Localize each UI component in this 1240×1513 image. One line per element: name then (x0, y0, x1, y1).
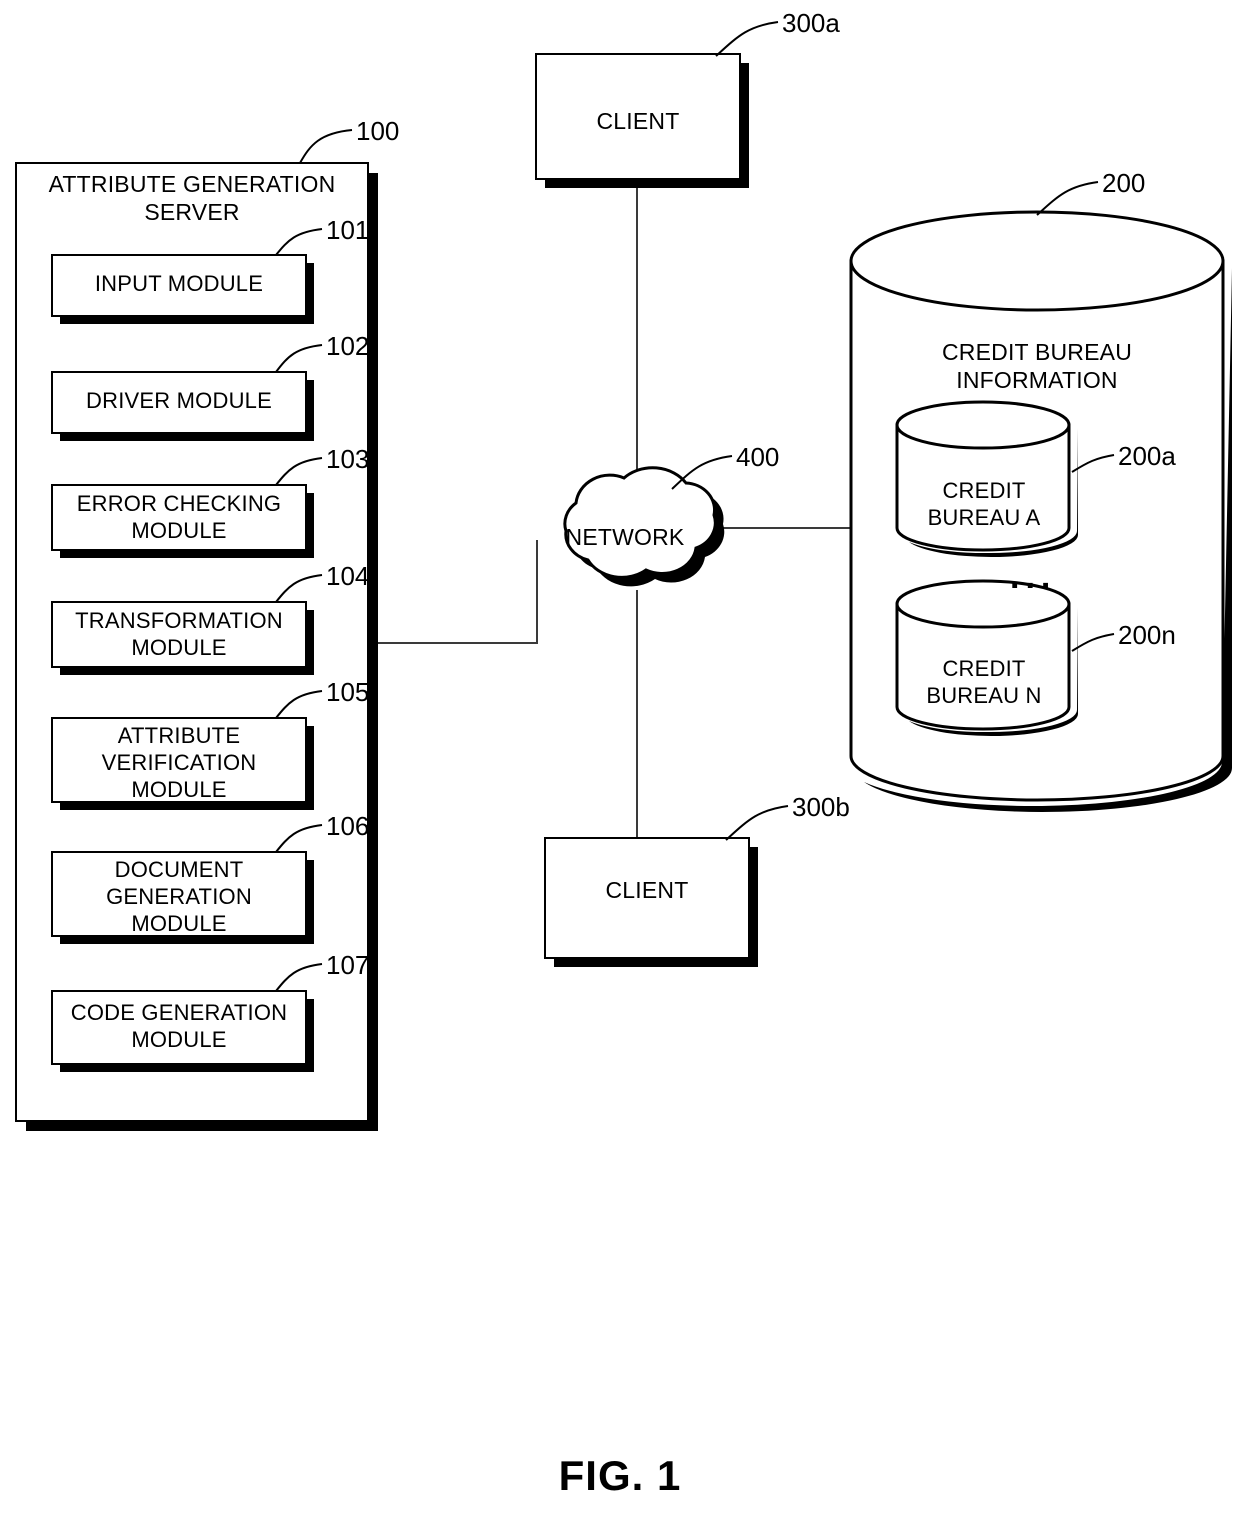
ref-200a: 200a (1118, 441, 1176, 471)
ref-104: 104 (326, 561, 370, 591)
patent-figure: ATTRIBUTE GENERATION SERVER INPUT MODULE… (0, 0, 1240, 1513)
ref-106: 106 (326, 811, 370, 841)
database-title: CREDIT BUREAU INFORMATION (941, 339, 1133, 394)
inner-database-n-label: CREDIT BUREAU N (926, 656, 1042, 708)
ref-200: 200 (1102, 168, 1146, 198)
module-label-code-generation: CODE GENERATION MODULE (70, 1000, 288, 1052)
ref-103: 103 (326, 444, 370, 474)
database-ellipsis: ... (1010, 558, 1057, 596)
ref-105: 105 (326, 677, 370, 707)
module-label-document-generation: DOCUMENT GENERATION MODULE (106, 857, 252, 936)
connector-server-to-network (378, 540, 538, 644)
database-cylinder-top (849, 210, 1225, 312)
client-a-label: CLIENT (596, 108, 680, 134)
client-b-label: CLIENT (605, 877, 689, 903)
leader-300b (725, 805, 789, 841)
ref-107: 107 (326, 950, 370, 980)
ref-200n: 200n (1118, 620, 1176, 650)
ref-100: 100 (356, 116, 400, 146)
module-label-attribute-verification: ATTRIBUTE VERIFICATION MODULE (101, 723, 257, 802)
ref-400: 400 (736, 442, 780, 472)
leader-100 (299, 129, 353, 164)
module-label-error-checking: ERROR CHECKING MODULE (76, 491, 282, 543)
figure-caption: FIG. 1 (558, 1452, 682, 1499)
module-label-driver: DRIVER MODULE (86, 388, 272, 413)
server-title: ATTRIBUTE GENERATION SERVER (48, 171, 336, 226)
ref-300b: 300b (792, 792, 850, 822)
ref-300a: 300a (782, 8, 840, 38)
leader-300a (715, 21, 779, 57)
inner-database-a-label: CREDIT BUREAU A (927, 478, 1041, 530)
ref-102: 102 (326, 331, 370, 361)
module-label-input: INPUT MODULE (94, 271, 264, 296)
ref-101: 101 (326, 215, 370, 245)
leader-200 (1036, 181, 1099, 216)
inner-cylinder-a-top (895, 400, 1071, 450)
module-label-transformation: TRANSFORMATION MODULE (75, 608, 283, 660)
network-label: NETWORK (565, 524, 685, 550)
